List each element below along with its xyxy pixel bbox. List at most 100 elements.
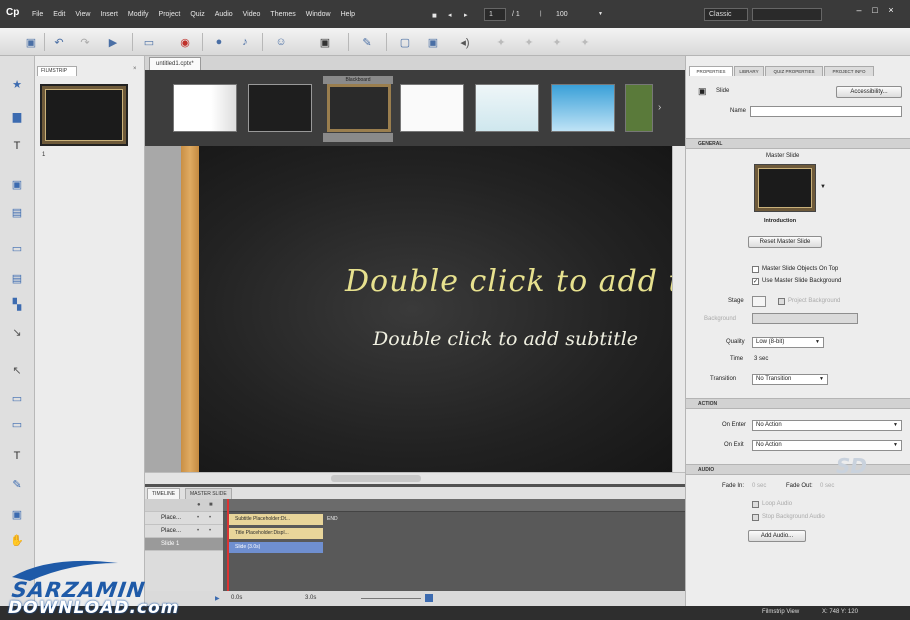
zoom-value[interactable]: 100	[556, 11, 568, 18]
menu-modify[interactable]: Modify	[128, 11, 149, 18]
fade-in-value[interactable]: 0 sec	[752, 483, 766, 489]
microphone-icon[interactable]: ●	[210, 33, 228, 51]
scroll-thumb[interactable]	[331, 475, 421, 482]
caption-icon[interactable]: ▆	[9, 108, 25, 124]
eye-icon[interactable]: ●	[197, 499, 201, 512]
use-master-background-checkbox[interactable]: ✓	[752, 278, 759, 285]
monitor-icon[interactable]: ▤	[9, 270, 25, 286]
audio-section-header[interactable]: AUDIO	[686, 464, 910, 475]
play-icon[interactable]: ▶	[215, 595, 220, 602]
undo-icon[interactable]: ↶	[50, 33, 68, 51]
playhead[interactable]	[227, 499, 229, 591]
action-section-header[interactable]: ACTION	[686, 398, 910, 409]
lock-icon[interactable]: ■	[209, 499, 213, 512]
image-icon[interactable]: ▣	[9, 176, 25, 192]
menu-quiz[interactable]: Quiz	[190, 11, 204, 18]
horizontal-scrollbar[interactable]	[145, 472, 685, 484]
timeline-bar[interactable]: Title Placeholder:Displ...	[227, 528, 323, 539]
disabled-tool-icon[interactable]: ✦	[492, 33, 510, 51]
menu-video[interactable]: Video	[243, 11, 261, 18]
star-icon[interactable]: ★	[9, 76, 25, 92]
name-input[interactable]	[750, 106, 902, 117]
menu-window[interactable]: Window	[306, 11, 331, 18]
audio-edit-icon[interactable]: ◂)	[456, 33, 474, 51]
menu-help[interactable]: Help	[341, 11, 355, 18]
text-caption-icon[interactable]: T	[9, 138, 25, 154]
reset-master-slide-button[interactable]: Reset Master Slide	[748, 236, 822, 248]
accessibility-button[interactable]: Accessibility...	[836, 86, 902, 98]
theme-thumbnail[interactable]	[173, 84, 237, 132]
theme-thumbnail[interactable]	[248, 84, 312, 132]
tab-library[interactable]: LIBRARY	[734, 66, 764, 76]
timeline-ruler[interactable]	[223, 499, 685, 512]
transition-select[interactable]: No Transition ▼	[752, 374, 828, 385]
filmstrip-tab[interactable]: FILMSTRIP	[37, 66, 77, 76]
next-slide-icon[interactable]: ▸	[464, 11, 468, 19]
master-dropdown-icon[interactable]: ▼	[820, 184, 826, 190]
stop-bg-audio-checkbox[interactable]	[752, 514, 759, 521]
slide-thumbnail[interactable]	[40, 84, 128, 146]
menu-project[interactable]: Project	[159, 11, 181, 18]
rectangle-icon[interactable]: ▭	[9, 240, 25, 256]
on-exit-select[interactable]: No Action ▼	[752, 440, 902, 451]
zoom-dropdown-icon[interactable]: ▼	[598, 11, 603, 17]
timeline-row[interactable]: Place... • •	[145, 512, 223, 525]
master-objects-on-top-checkbox[interactable]	[752, 266, 759, 273]
quality-select[interactable]: Low (8-bit) ▼	[752, 337, 824, 348]
record-icon[interactable]: ◉	[176, 33, 194, 51]
loop-audio-checkbox[interactable]	[752, 501, 759, 508]
zoom-slider[interactable]	[361, 598, 421, 599]
project-background-checkbox[interactable]	[778, 298, 785, 305]
prev-slide-icon[interactable]: ◂	[448, 11, 452, 19]
save-icon[interactable]: ▣	[22, 33, 40, 51]
music-icon[interactable]: ♪	[236, 33, 254, 51]
workspace-select[interactable]: Classic	[704, 8, 748, 21]
stage-color-swatch[interactable]	[752, 296, 766, 307]
zoom-slider-thumb[interactable]	[425, 594, 433, 602]
youtube-icon[interactable]: ▣	[310, 33, 340, 51]
theme-thumbnail[interactable]	[625, 84, 653, 132]
preview-icon[interactable]: ▶	[104, 33, 122, 51]
time-value[interactable]: 3 sec	[754, 356, 768, 362]
slideshow-icon[interactable]: ▤	[9, 204, 25, 220]
theme-thumbnail[interactable]	[551, 84, 615, 132]
dot-icon[interactable]: •	[209, 512, 211, 525]
menu-insert[interactable]: Insert	[100, 11, 118, 18]
page-current-field[interactable]: 1	[484, 8, 506, 21]
rollover-icon[interactable]: ✎	[9, 476, 25, 492]
timeline-row-slide[interactable]: Slide 1	[145, 538, 223, 551]
textbox-icon[interactable]: ▭	[9, 416, 25, 432]
widget-icon[interactable]: ▣	[9, 506, 25, 522]
vertical-scrollbar[interactable]	[672, 146, 685, 472]
disabled-tool-icon[interactable]: ✦	[548, 33, 566, 51]
dot-icon[interactable]: •	[209, 525, 211, 538]
theme-thumbnail[interactable]	[475, 84, 539, 132]
eraser-icon[interactable]: ✎	[358, 33, 376, 51]
new-slide-icon[interactable]: ▭	[140, 33, 158, 51]
film-view-icon[interactable]: ▣	[424, 33, 442, 51]
line-icon[interactable]: ↘	[9, 324, 25, 340]
disabled-tool-icon[interactable]: ✦	[520, 33, 538, 51]
zoom-area-icon[interactable]: ▚	[9, 296, 25, 312]
timeline-bar[interactable]: Slide (3.0s)	[227, 542, 323, 553]
menu-file[interactable]: File	[32, 11, 43, 18]
menu-view[interactable]: View	[75, 11, 90, 18]
help-search-input[interactable]	[752, 8, 822, 21]
subtitle-placeholder[interactable]: Double click to add subtitle	[373, 328, 638, 350]
general-section-header[interactable]: GENERAL	[686, 138, 910, 149]
add-audio-button[interactable]: Add Audio...	[748, 530, 806, 542]
minimize-icon[interactable]: –	[852, 5, 866, 15]
menu-edit[interactable]: Edit	[53, 11, 65, 18]
dot-icon[interactable]: •	[197, 512, 199, 525]
on-enter-select[interactable]: No Action ▼	[752, 420, 902, 431]
tab-project-info[interactable]: PROJECT INFO	[824, 66, 874, 76]
mouse-icon[interactable]: ↖	[9, 362, 25, 378]
tab-quiz-properties[interactable]: QUIZ PROPERTIES	[765, 66, 823, 76]
background-field[interactable]	[752, 313, 858, 324]
chevron-right-icon[interactable]: ›	[658, 102, 661, 113]
film-icon[interactable]: ■	[432, 11, 437, 20]
menu-audio[interactable]: Audio	[215, 11, 233, 18]
fade-out-value[interactable]: 0 sec	[820, 483, 834, 489]
timeline-row[interactable]: Place... • •	[145, 525, 223, 538]
tab-properties[interactable]: PROPERTIES	[689, 66, 733, 76]
